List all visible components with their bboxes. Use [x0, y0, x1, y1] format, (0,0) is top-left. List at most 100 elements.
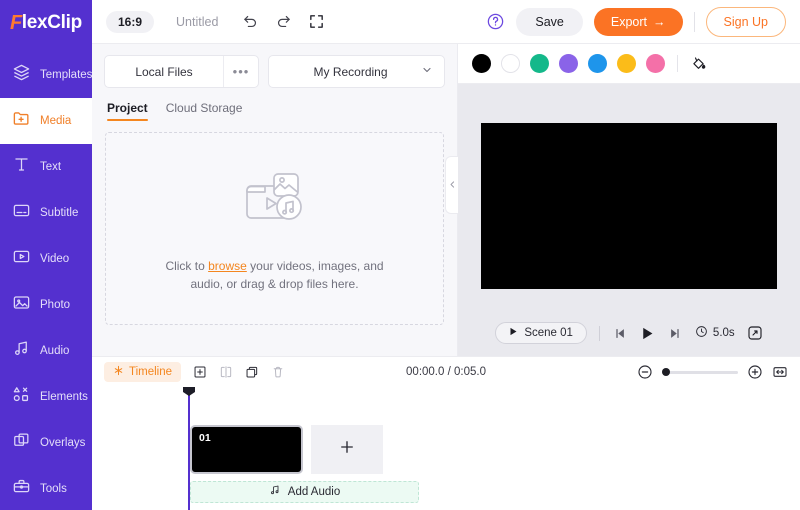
skip-previous-icon[interactable] — [612, 326, 627, 341]
add-audio-label: Add Audio — [287, 486, 341, 498]
swatch-white[interactable] — [501, 54, 520, 73]
zoom-in-icon[interactable] — [747, 364, 763, 380]
media-source-row: Local Files ••• My Recording — [92, 44, 457, 96]
flexclip-logo[interactable]: F lexClip — [0, 0, 92, 46]
swatch-pink[interactable] — [646, 54, 665, 73]
top-toolbar: 16:9 Untitled Save Export → Sign Up — [92, 0, 800, 44]
scene-label: Scene 01 — [524, 327, 573, 339]
timeline-canvas[interactable]: 01 Add Audio — [92, 387, 800, 510]
sidebar-label-photo: Photo — [40, 299, 71, 311]
canvas-stage-area — [458, 84, 800, 316]
sidebar-label-text: Text — [40, 161, 62, 173]
skip-next-icon[interactable] — [668, 326, 683, 341]
add-icon[interactable] — [193, 365, 207, 379]
sidebar-item-photo[interactable]: Photo — [0, 282, 92, 328]
scene-selector-button[interactable]: Scene 01 — [495, 322, 587, 344]
save-button[interactable]: Save — [516, 7, 583, 36]
logo-f-mark: F — [10, 11, 22, 34]
dropzone-text-before: Click to — [165, 259, 209, 273]
media-dropzone[interactable]: Click to browse your videos, images, and… — [105, 132, 444, 325]
video-track: 01 — [190, 425, 383, 474]
fit-to-screen-icon[interactable] — [772, 364, 788, 380]
sidebar-item-text[interactable]: Text — [0, 144, 92, 190]
add-scene-button[interactable] — [311, 425, 383, 474]
add-audio-track[interactable]: Add Audio — [190, 481, 419, 503]
export-button[interactable]: Export → — [593, 7, 683, 36]
project-title-input[interactable]: Untitled — [176, 15, 218, 29]
undo-icon[interactable] — [242, 13, 259, 30]
my-recording-dropdown[interactable]: My Recording — [268, 55, 445, 88]
toolbar-divider — [693, 11, 695, 32]
tab-project[interactable]: Project — [107, 101, 148, 121]
fullscreen-icon[interactable] — [747, 325, 763, 341]
play-icon[interactable] — [639, 325, 656, 342]
browse-link[interactable]: browse — [208, 259, 247, 273]
dropzone-text: Click to browse your videos, images, and… — [165, 257, 383, 293]
sidebar-label-elements: Elements — [40, 391, 88, 403]
player-controls: Scene 01 5.0s — [458, 316, 800, 356]
sidebar-item-audio[interactable]: Audio — [0, 328, 92, 374]
swatch-yellow[interactable] — [617, 54, 636, 73]
clock-icon — [695, 325, 708, 341]
sidebar-item-templates[interactable]: Templates — [0, 52, 92, 98]
swatch-purple[interactable] — [559, 54, 578, 73]
editor-body: Local Files ••• My Recording Project Clo… — [92, 44, 800, 356]
duplicate-icon[interactable] — [245, 365, 259, 379]
sidebar-item-video[interactable]: Video — [0, 236, 92, 282]
expand-icon[interactable] — [308, 13, 325, 30]
flexclip-editor: F lexClip Templates Media Text Subtitle … — [0, 0, 800, 510]
duration-display: 5.0s — [695, 325, 735, 341]
redo-icon[interactable] — [275, 13, 292, 30]
playhead[interactable] — [183, 387, 195, 510]
ellipsis-icon[interactable]: ••• — [224, 64, 258, 79]
delete-icon[interactable] — [271, 365, 285, 379]
sign-up-button[interactable]: Sign Up — [705, 6, 786, 37]
collapse-panel-handle[interactable] — [445, 156, 458, 214]
audio-note-icon — [12, 339, 31, 363]
zoom-slider[interactable] — [662, 368, 738, 376]
elements-shapes-icon — [12, 385, 31, 409]
aspect-ratio-button[interactable]: 16:9 — [106, 10, 155, 33]
duration-value: 5.0s — [712, 327, 735, 339]
media-folder-icon — [12, 109, 31, 133]
timeline-mode-button[interactable]: Timeline — [104, 362, 182, 382]
sidebar-label-audio: Audio — [40, 345, 70, 357]
local-files-control: Local Files ••• — [104, 55, 259, 88]
sidebar-item-subtitle[interactable]: Subtitle — [0, 190, 92, 236]
sidebar-label-subtitle: Subtitle — [40, 207, 79, 219]
sidebar-item-overlays[interactable]: Overlays — [0, 420, 92, 466]
layers-icon — [12, 63, 31, 87]
clip-number: 01 — [199, 432, 211, 444]
zoom-slider-knob[interactable] — [662, 368, 670, 376]
swatch-teal[interactable] — [530, 54, 549, 73]
timeline-clip[interactable]: 01 — [190, 425, 303, 474]
timeline-zoom-controls — [637, 364, 788, 380]
playhead-handle[interactable] — [183, 387, 195, 396]
swatch-black[interactable] — [472, 54, 491, 73]
sidebar-item-elements[interactable]: Elements — [0, 374, 92, 420]
sidebar-item-media[interactable]: Media — [0, 88, 92, 154]
video-canvas[interactable] — [481, 123, 777, 289]
palette-divider — [677, 55, 678, 72]
photo-icon — [12, 293, 31, 317]
color-palette-bar — [458, 44, 800, 84]
arrow-right-icon: → — [653, 14, 666, 29]
help-circle-icon[interactable] — [486, 12, 505, 31]
local-files-button[interactable]: Local Files — [105, 65, 223, 79]
sidebar-label-tools: Tools — [40, 483, 67, 495]
player-divider — [598, 325, 600, 341]
plus-icon — [338, 438, 356, 461]
sidebar-item-tools[interactable]: Tools — [0, 466, 92, 510]
media-panel: Local Files ••• My Recording Project Clo… — [92, 44, 458, 356]
toolbox-icon — [12, 477, 31, 501]
timeline-badge-label: Timeline — [129, 366, 173, 378]
swatch-blue[interactable] — [588, 54, 607, 73]
timeline-section: Timeline 00:00.0 / 0:05.0 01 Add Audio — [92, 356, 800, 510]
zoom-out-icon[interactable] — [637, 364, 653, 380]
dropzone-text-after: your videos, images, and — [246, 259, 384, 273]
paint-bucket-icon[interactable] — [690, 55, 707, 72]
tab-cloud-storage[interactable]: Cloud Storage — [166, 101, 243, 121]
media-files-illustration — [233, 164, 317, 241]
split-icon[interactable] — [219, 365, 233, 379]
editor-main: 16:9 Untitled Save Export → Sign Up Loca… — [92, 0, 800, 510]
